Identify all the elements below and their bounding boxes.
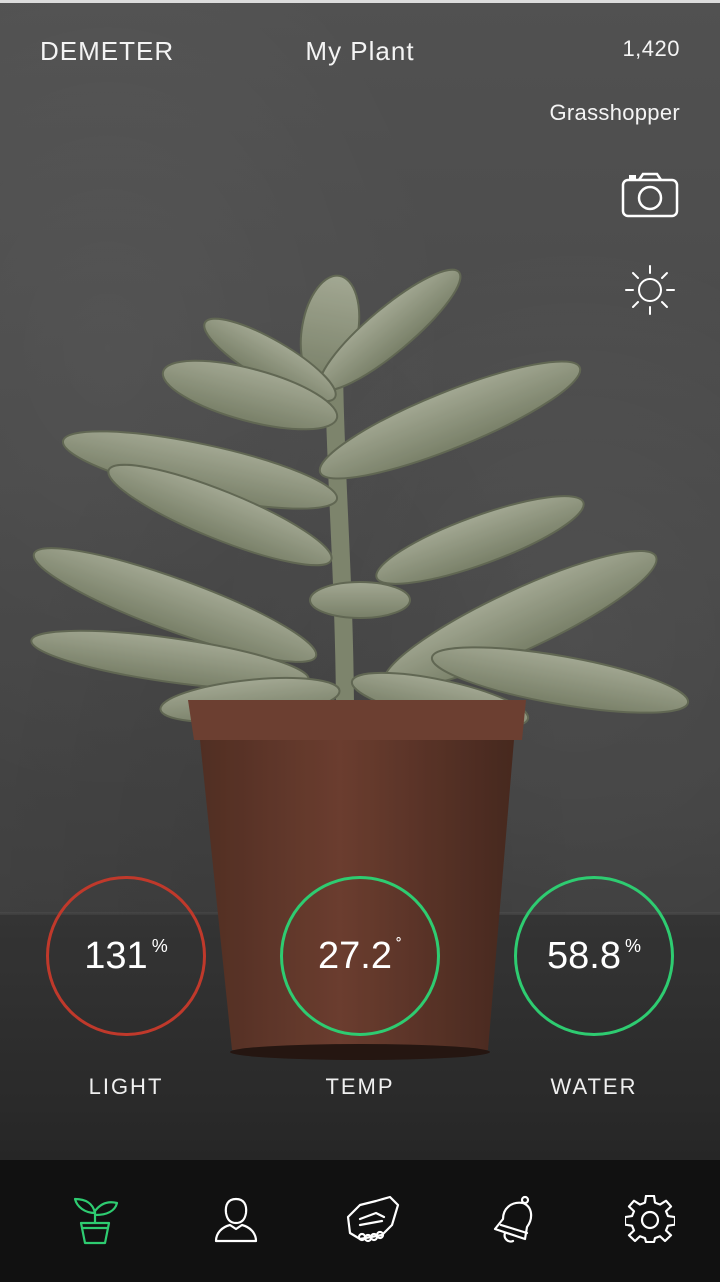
water-metric[interactable]: 58.8% WATER	[514, 876, 674, 1100]
plant-screen: DEMETER My Plant 1,420 Grasshopper 131 %…	[0, 0, 720, 1282]
user-rank: Grasshopper	[549, 100, 680, 125]
water-value: 58.8%	[547, 934, 641, 977]
page-title: My Plant	[305, 36, 415, 66]
nav-notifications[interactable]	[484, 1190, 544, 1250]
light-button[interactable]	[620, 265, 680, 315]
status-bar-strip	[0, 0, 720, 3]
plant-icon	[73, 1197, 119, 1245]
light-ring: 131%	[46, 876, 206, 1036]
light-metric[interactable]: 131% LIGHT	[46, 876, 206, 1100]
nav-community[interactable]	[343, 1190, 403, 1250]
nav-profile[interactable]	[206, 1190, 266, 1250]
handshake-icon	[346, 1195, 400, 1243]
points-count: 1,420	[622, 36, 680, 61]
temp-unit: ˚	[395, 935, 402, 956]
camera-icon	[621, 172, 679, 218]
water-label: WATER	[550, 1074, 638, 1099]
bell-icon	[493, 1195, 533, 1243]
temp-label: TEMP	[325, 1074, 395, 1099]
water-unit: %	[624, 935, 641, 956]
nav-settings[interactable]	[620, 1190, 680, 1250]
temp-metric[interactable]: 27.2 ˚ TEMP	[280, 876, 440, 1100]
sun-icon	[625, 265, 675, 315]
water-ring: 58.8%	[514, 876, 674, 1036]
camera-button[interactable]	[620, 170, 680, 220]
light-label: LIGHT	[88, 1074, 164, 1099]
gear-icon	[625, 1195, 675, 1244]
bottom-nav	[0, 1160, 720, 1282]
light-unit: %	[151, 935, 168, 956]
temp-ring: 27.2 ˚	[280, 876, 440, 1036]
light-value: 131%	[84, 934, 168, 977]
nav-plant[interactable]	[65, 1190, 125, 1250]
temp-value: 27.2 ˚	[318, 934, 402, 977]
profile-icon	[214, 1197, 258, 1243]
